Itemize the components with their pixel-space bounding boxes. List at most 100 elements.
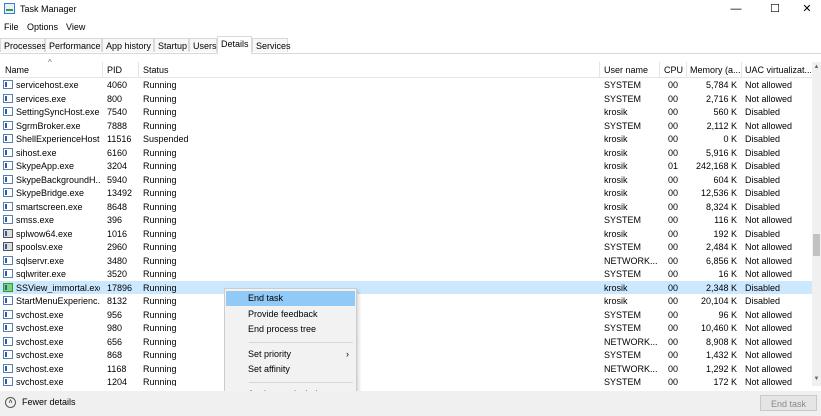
table-row[interactable]: services.exe 800 Running SYSTEM 00 2,716 K Not… [0, 92, 812, 106]
menu-options[interactable]: Options [27, 22, 58, 32]
menu-item-end-task[interactable]: End task [226, 291, 355, 306]
table-row[interactable]: SgrmBroker.exe 7888 Running SYSTEM 00 2,112 K… [0, 119, 812, 133]
menu-item-provide-feedback[interactable]: Provide feedback [226, 307, 355, 322]
table-row[interactable]: SkypeBridge.exe 13492 Running krosik 00 12,53… [0, 186, 812, 200]
table-row[interactable]: SkypeApp.exe 3204 Running krosik 01 242,168 K… [0, 159, 812, 173]
column-divider[interactable] [599, 62, 600, 77]
table-row[interactable]: ShellExperienceHost.... 11516 Suspended kro… [0, 132, 812, 146]
cell-name: sihost.exe [16, 147, 57, 158]
column-divider[interactable] [741, 62, 742, 77]
table-row[interactable]: svchost.exe 656 Running NETWORK... 00 8,908 K… [0, 335, 812, 349]
cell-name: services.exe [16, 93, 67, 104]
maximize-button[interactable]: ☐ [758, 0, 792, 18]
table-row[interactable]: SkypeBackgroundH... 5940 Running krosik 00 60… [0, 173, 812, 187]
table-row[interactable]: svchost.exe 1168 Running NETWORK... 00 1,292 … [0, 362, 812, 376]
menu-item-label: Set affinity [248, 364, 290, 374]
cell-uac: Not allowed [745, 93, 793, 104]
fewer-details-link[interactable]: ˄ Fewer details [5, 397, 76, 409]
column-header-memory[interactable]: Memory (a... [690, 65, 740, 75]
cell-pid: 7540 [107, 107, 128, 117]
cell-name: smartscreen.exe [16, 201, 83, 212]
column-header-status[interactable]: Status [143, 65, 203, 75]
tab-details[interactable]: Details [217, 36, 252, 54]
menu-item-set-priority[interactable]: Set priority › [226, 347, 355, 362]
cell-uac: Not allowed [745, 377, 793, 386]
cell-user: krosik [604, 161, 628, 171]
cell-cpu: 00 [668, 269, 679, 279]
cell-uac: Not allowed [745, 350, 793, 360]
cell-name: StartMenuExperienc... [16, 296, 100, 306]
column-header-pid[interactable]: PID [107, 65, 137, 75]
cell-pid: 868 [107, 350, 123, 360]
tab-performance[interactable]: Performance [45, 38, 102, 52]
table-row[interactable]: SSView_immortal.exe 17896 Running krosik 00 2… [0, 280, 812, 294]
cell-user: NETWORK... [604, 363, 658, 374]
table-row[interactable]: svchost.exe 956 Running SYSTEM 00 96 K Not all… [0, 308, 812, 322]
tab-processes[interactable]: Processes [0, 38, 46, 52]
cell-pid: 5940 [107, 174, 128, 185]
cell-memory: 172 K [713, 377, 737, 386]
green-app-icon [3, 282, 13, 292]
end-task-button[interactable]: End task [760, 395, 817, 411]
cell-user: krosik [604, 296, 628, 306]
tab-services[interactable]: Services [252, 38, 291, 52]
cell-user: SYSTEM [604, 80, 642, 90]
column-divider[interactable] [138, 62, 139, 77]
table-row[interactable]: svchost.exe 980 Running SYSTEM 00 10,460 K Not… [0, 321, 812, 335]
cell-status: Running [143, 282, 177, 293]
minimize-button[interactable]: — [719, 0, 753, 18]
cell-memory: 10,460 K [700, 323, 737, 333]
tab-strip: Processes Performance App history Startu… [0, 36, 821, 54]
cell-name: smss.exe [16, 215, 55, 225]
table-row[interactable]: smartscreen.exe 8648 Running krosik 00 8,324 … [0, 200, 812, 214]
cell-user: krosik [604, 188, 628, 198]
table-row[interactable]: sqlwriter.exe 3520 Running SYSTEM 00 16 K Not … [0, 267, 812, 281]
table-row[interactable]: spoolsv.exe 2960 Running SYSTEM 00 2,484 K Not… [0, 240, 812, 254]
tab-users[interactable]: Users [189, 38, 217, 52]
cell-memory: 242,168 K [695, 161, 737, 171]
cell-pid: 980 [107, 323, 123, 333]
cell-pid: 17896 [107, 282, 133, 293]
tab-app-history[interactable]: App history [102, 38, 154, 52]
cell-user: SYSTEM [604, 242, 642, 252]
menu-item-set-affinity[interactable]: Set affinity [226, 362, 355, 377]
column-header-name[interactable]: Name [5, 65, 95, 75]
cell-status: Running [143, 93, 177, 104]
table-row[interactable]: servicehost.exe 4060 Running SYSTEM 00 5,784 … [0, 78, 812, 92]
column-header-user-name[interactable]: User name [604, 65, 656, 75]
menu-item-end-process-tree[interactable]: End process tree [226, 322, 355, 337]
tab-startup[interactable]: Startup [154, 38, 189, 52]
table-row[interactable]: SettingSyncHost.exe 7540 Running krosik 00 56… [0, 105, 812, 119]
close-button[interactable]: ✕ [790, 0, 821, 18]
cell-name: SettingSyncHost.exe [16, 107, 100, 117]
table-row[interactable]: svchost.exe 1204 Running SYSTEM 00 172 K Not a… [0, 375, 812, 386]
scroll-up-icon[interactable]: ▲ [812, 62, 821, 72]
cell-user: SYSTEM [604, 323, 642, 333]
scrollbar-thumb[interactable] [813, 234, 820, 256]
app-icon [3, 147, 13, 157]
cell-uac: Not allowed [745, 255, 793, 266]
table-row[interactable]: sqlservr.exe 3480 Running NETWORK... 00 6,856… [0, 254, 812, 268]
window-title: Task Manager [20, 4, 77, 14]
app-icon [3, 215, 13, 224]
table-row[interactable]: smss.exe 396 Running SYSTEM 00 116 K Not allow… [0, 213, 812, 227]
column-divider[interactable] [659, 62, 660, 77]
cell-status: Running [143, 228, 177, 239]
menu-file[interactable]: File [4, 22, 19, 32]
menu-view[interactable]: View [66, 22, 85, 32]
column-divider[interactable] [686, 62, 687, 77]
column-header-cpu[interactable]: CPU [664, 65, 684, 75]
column-header-uac[interactable]: UAC virtualizat... [745, 65, 811, 75]
scroll-down-icon[interactable]: ▼ [812, 374, 821, 384]
cell-pid: 396 [107, 215, 123, 225]
table-row[interactable]: splwow64.exe 1016 Running krosik 00 192 K Disa… [0, 227, 812, 241]
vertical-scrollbar[interactable]: ▲ ▼ [812, 62, 821, 386]
cell-pid: 8132 [107, 296, 128, 306]
cell-pid: 7888 [107, 120, 128, 131]
table-row[interactable]: sihost.exe 6160 Running krosik 00 5,916 K Disa… [0, 146, 812, 160]
table-row[interactable]: StartMenuExperienc... 8132 Running krosik 00… [0, 294, 812, 308]
process-list: servicehost.exe 4060 Running SYSTEM 00 5,784 … [0, 78, 812, 386]
table-row[interactable]: svchost.exe 868 Running SYSTEM 00 1,432 K Not … [0, 348, 812, 362]
cell-user: krosik [604, 174, 628, 185]
column-divider[interactable] [102, 62, 103, 77]
